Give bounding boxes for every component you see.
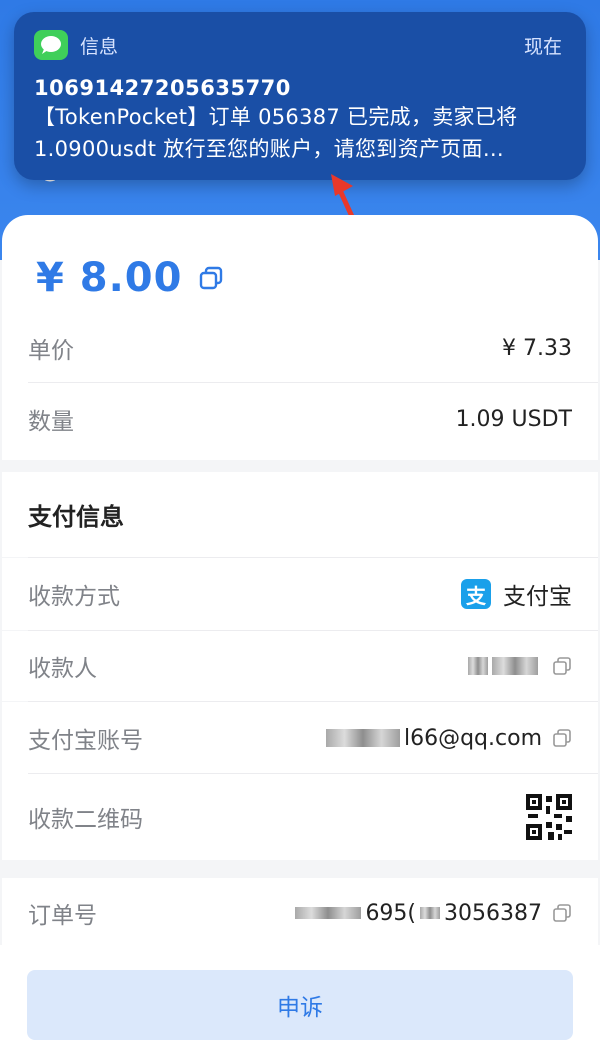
messages-app-icon [34,30,68,60]
order-number-label: 订单号 [28,903,97,929]
unit-price-label: 单价 [28,338,74,364]
quantity-row: 数量 1.09 USDT [2,383,598,455]
alipay-icon: 支 [461,579,491,609]
copy-payee-icon[interactable] [552,656,572,676]
payment-section-header: 支付信息 [2,472,598,557]
order-number-value: 695( 3056387 [295,901,572,926]
alipay-account-label: 支付宝账号 [28,728,143,754]
redacted-order-number [420,907,441,919]
qr-code-row: 收款二维码 [2,774,598,860]
payee-row: 收款人 [2,631,598,701]
order-number-part-1: 695( [365,900,417,926]
payment-method-text: 支付宝 [503,584,572,610]
notification-app-name: 信息 [80,35,119,58]
unit-price-value: ¥ 7.33 [502,335,572,361]
payee-value [468,656,572,676]
copy-order-number-icon[interactable] [552,903,572,923]
payee-label: 收款人 [28,656,97,682]
qr-code-label: 收款二维码 [28,807,143,833]
payment-method-value: 支 支付宝 [461,577,572,611]
notification-time: 现在 [523,35,562,58]
copy-account-icon[interactable] [552,728,572,748]
unit-price-row: 单价 ¥ 7.33 [2,313,598,383]
redacted-order-number [295,907,362,919]
order-number-part-2: 3056387 [444,900,542,926]
redacted-name [492,657,538,675]
quantity-value: 1.09 USDT [455,406,572,432]
payment-method-row: 收款方式 支 支付宝 [2,558,598,630]
sms-notification[interactable]: 信息 现在 10691427205635770 【TokenPocket】订单 … [14,12,586,180]
notification-body-line-2: 1.0900usdt 放行至您的账户，请您到资产页面… [34,137,505,161]
qr-code-icon[interactable] [526,794,572,840]
alipay-account-row: 支付宝账号 l66@qq.com [2,702,598,774]
notification-sender: 10691427205635770 [34,76,291,100]
order-number-row: 订单号 695( 3056387 [2,878,598,948]
notification-body-line-1: 【TokenPocket】订单 056387 已完成，卖家已将 [34,105,518,129]
order-amount: ¥ 8.00 [36,255,183,301]
alipay-account-text: l66@qq.com [403,725,542,751]
appeal-button[interactable]: 申诉 [27,970,573,1040]
copy-amount-icon[interactable] [198,265,224,291]
payment-section-title: 支付信息 [28,503,124,531]
redacted-account [325,729,400,747]
redacted-name [468,657,488,675]
payment-method-label: 收款方式 [28,584,120,610]
quantity-label: 数量 [28,409,74,435]
alipay-account-value: l66@qq.com [325,725,572,751]
